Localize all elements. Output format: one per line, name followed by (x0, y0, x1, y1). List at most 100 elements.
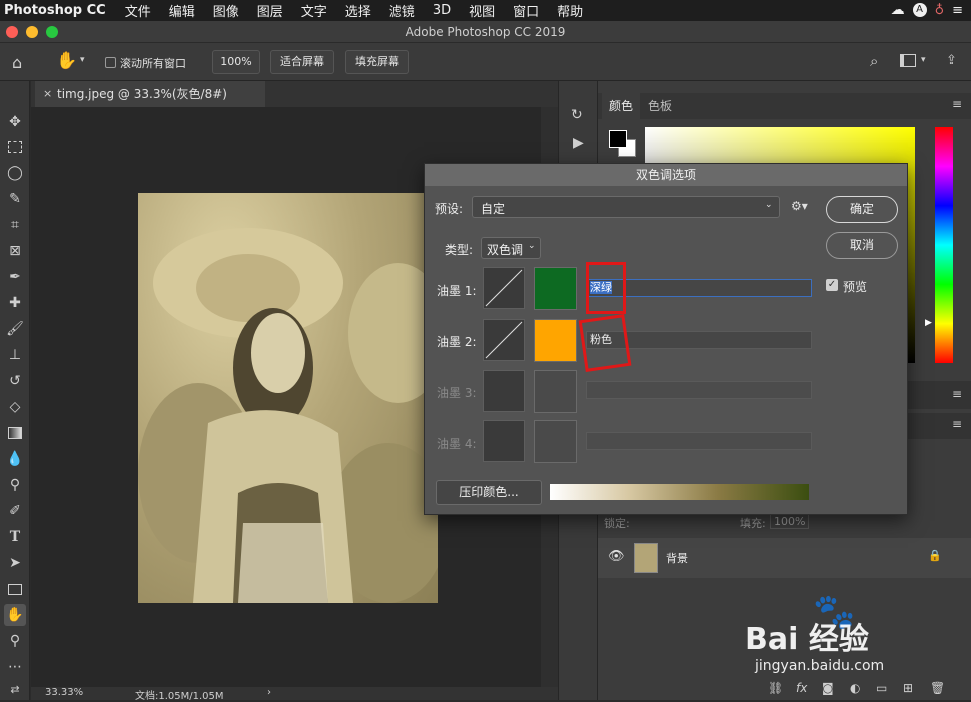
ink3-label: 油墨 3: (437, 386, 477, 400)
zoom-status[interactable]: 33.33% (45, 687, 83, 698)
search-icon[interactable]: ⌕ (870, 52, 878, 70)
pen-tool-icon[interactable]: ✐ (4, 500, 26, 522)
menu-filter[interactable]: 滤镜 (380, 1, 424, 20)
workspace-chevron-down-icon[interactable]: ▾ (921, 55, 926, 65)
ink2-color-swatch[interactable] (534, 319, 577, 362)
preset-select[interactable]: 自定 ⌄ (472, 196, 780, 218)
ink2-highlight-box (578, 314, 632, 372)
preview-checkbox[interactable]: ✓ (826, 279, 838, 291)
duotone-photo (138, 193, 438, 603)
eyedropper-tool-icon[interactable]: ✒ (4, 266, 26, 288)
rectangle-tool-icon[interactable] (4, 578, 26, 600)
marquee-tool-icon[interactable] (4, 136, 26, 158)
mac-menubar: Photoshop CC 文件 编辑 图像 图层 文字 选择 滤镜 3D 视图 … (0, 0, 971, 21)
menu-help[interactable]: 帮助 (548, 1, 592, 20)
layer-row-background[interactable]: 👁 背景 🔒 (598, 538, 971, 578)
collapsed-panel-menu-icon[interactable]: ≡ (952, 387, 962, 401)
document-tab-bar: × timg.jpeg @ 33.3%(灰色/8#) (31, 81, 558, 107)
menu-view[interactable]: 视图 (460, 1, 504, 20)
scroll-all-checkbox[interactable] (105, 57, 116, 68)
ink1-label: 油墨 1: (437, 284, 477, 298)
fill-screen-button[interactable]: 填充屏幕 (345, 50, 409, 74)
type-select[interactable]: 双色调 ⌄ (481, 237, 541, 259)
input-method-icon[interactable]: A (912, 3, 927, 17)
menu-edit[interactable]: 编辑 (160, 1, 204, 20)
fit-screen-button[interactable]: 适合屏幕 (270, 50, 334, 74)
menu-image[interactable]: 图像 (204, 1, 248, 20)
brush-tool-icon[interactable]: 🖌 (4, 318, 26, 340)
ink4-name-field (586, 432, 812, 450)
ink1-curve-line (485, 269, 523, 307)
ink1-color-swatch[interactable] (534, 267, 577, 310)
quick-selection-tool-icon[interactable]: ✎ (4, 188, 26, 210)
minimize-window-button[interactable] (26, 26, 38, 38)
status-chevron-right-icon[interactable]: › (267, 687, 271, 698)
app-menu[interactable]: Photoshop CC (0, 3, 116, 18)
swap-colors-icon[interactable]: ⇄ (4, 679, 26, 701)
preset-value: 自定 (481, 202, 506, 216)
ink3-curve (483, 370, 525, 412)
workspace-icon[interactable] (900, 54, 916, 67)
preset-gear-icon[interactable]: ⚙▾ (791, 199, 808, 213)
zoom-window-button[interactable] (46, 26, 58, 38)
ok-button[interactable]: 确定 (826, 196, 898, 223)
portrait-illustration (138, 228, 438, 603)
frame-tool-icon[interactable]: ⊠ (4, 240, 26, 262)
gradient-tool-icon[interactable] (4, 422, 26, 444)
zoom-100-button[interactable]: 100% (212, 50, 260, 74)
close-window-button[interactable] (6, 26, 18, 38)
menu-file[interactable]: 文件 (116, 1, 160, 20)
menu-3d[interactable]: 3D (424, 3, 460, 18)
ink4-label: 油墨 4: (437, 437, 477, 451)
share-icon[interactable]: ⇪ (946, 53, 957, 68)
type-tool-icon[interactable]: T (4, 526, 26, 548)
menu-layer[interactable]: 图层 (248, 1, 292, 20)
more-tools-icon[interactable]: ⋯ (4, 656, 26, 678)
hue-slider-handle[interactable]: ▶ (925, 318, 932, 328)
control-center-icon[interactable]: ≡ (952, 3, 963, 18)
cancel-button[interactable]: 取消 (826, 232, 898, 259)
hue-slider[interactable] (935, 127, 953, 363)
overprint-colors-button[interactable]: 压印颜色... (436, 480, 542, 505)
hand-tool-icon[interactable]: ✋ (4, 604, 26, 626)
ink2-curve[interactable] (483, 319, 525, 361)
menu-type[interactable]: 文字 (292, 1, 336, 20)
fill-value[interactable]: 100% (770, 514, 810, 529)
crop-tool-icon[interactable]: ⌗ (4, 214, 26, 236)
creative-cloud-icon[interactable]: ☁ (891, 2, 905, 18)
dodge-tool-icon[interactable]: ⚲ (4, 474, 26, 496)
layer-visibility-eye-icon[interactable]: 👁 (608, 549, 625, 564)
menu-window[interactable]: 窗口 (504, 1, 548, 20)
ink2-label: 油墨 2: (437, 335, 477, 349)
history-brush-tool-icon[interactable]: ↺ (4, 370, 26, 392)
ink1-curve[interactable] (483, 267, 525, 309)
path-selection-tool-icon[interactable]: ➤ (4, 552, 26, 574)
actions-panel-icon[interactable]: ▶ (573, 135, 584, 151)
preset-chevron-down-icon[interactable]: ▾ (80, 55, 85, 65)
blur-tool-icon[interactable]: 💧 (4, 448, 26, 470)
history-panel-icon[interactable]: ↻ (571, 107, 583, 123)
move-tool-icon[interactable]: ✥ (4, 111, 26, 133)
close-tab-icon[interactable]: × (43, 81, 52, 107)
tab-color[interactable]: 颜色 (602, 93, 641, 119)
lasso-tool-icon[interactable]: ◯ (4, 162, 26, 184)
window-title: Adobe Photoshop CC 2019 (405, 25, 566, 39)
preview-label: 预览 (843, 280, 868, 294)
menu-select[interactable]: 选择 (336, 1, 380, 20)
layers-panel-menu-icon[interactable]: ≡ (952, 417, 962, 431)
tab-swatches[interactable]: 色板 (648, 93, 672, 119)
healing-brush-tool-icon[interactable]: ✚ (4, 292, 26, 314)
color-panel-tabbar: 颜色 色板 ≡ (598, 93, 971, 119)
panel-menu-icon[interactable]: ≡ (952, 97, 962, 111)
clone-stamp-tool-icon[interactable]: ⊥ (4, 344, 26, 366)
accessibility-icon[interactable]: ♁ (935, 3, 945, 18)
zoom-tool-icon[interactable]: ⚲ (4, 630, 26, 652)
layer-name[interactable]: 背景 (666, 550, 688, 566)
document-tab[interactable]: × timg.jpeg @ 33.3%(灰色/8#) (35, 81, 265, 107)
hand-tool-preset-icon[interactable]: ✋ (56, 51, 77, 71)
eraser-tool-icon[interactable]: ◇ (4, 396, 26, 418)
foreground-color-swatch[interactable] (609, 130, 627, 148)
status-bar: 33.33% 文档:1.05M/1.05M › (31, 687, 558, 702)
ink3-color-swatch (534, 370, 577, 413)
home-icon[interactable]: ⌂ (12, 53, 22, 72)
